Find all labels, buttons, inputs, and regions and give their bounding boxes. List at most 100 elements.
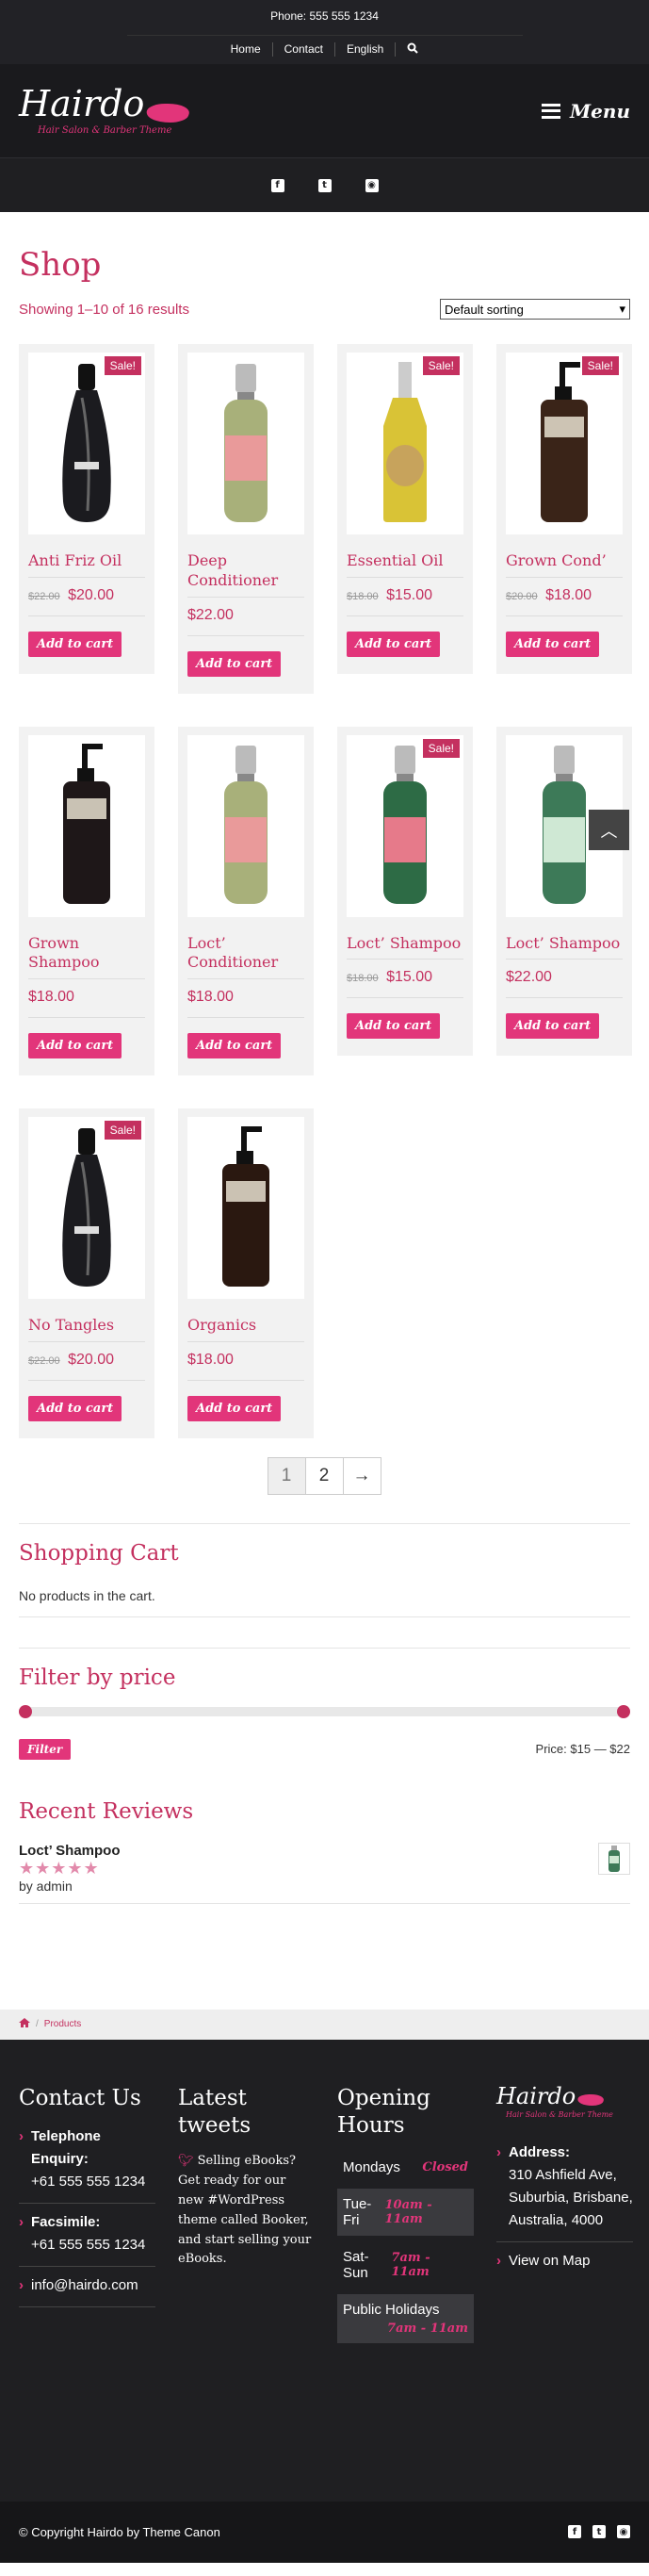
twitter-icon[interactable]: t <box>592 2525 606 2539</box>
social-bar: f t ◉ <box>0 158 649 212</box>
site-footer: Contact Us › Telephone Enquiry: +61 555 5… <box>0 2039 649 2502</box>
scroll-to-top-button[interactable]: ︿ <box>589 810 629 850</box>
tweet-item: 🐦︎ Selling eBooks? Get ready for our new… <box>178 2152 315 2270</box>
hours-row: Public Holidays 7am - 11am <box>337 2294 474 2344</box>
product-name[interactable]: Deep Conditioner <box>187 551 304 598</box>
twitter-icon[interactable]: t <box>317 178 332 192</box>
footer-tweets-title: Latest tweets <box>178 2085 251 2138</box>
sort-select[interactable]: Default sorting ▾ <box>440 299 630 320</box>
add-to-cart-button[interactable]: Add to cart <box>347 631 441 657</box>
product-price: $22.00 <box>187 607 304 636</box>
chevron-right-icon: › <box>496 2252 501 2269</box>
fax-label: Facsimile: <box>31 2213 101 2230</box>
view-on-map-link[interactable]: View on Map <box>509 2250 590 2272</box>
add-to-cart-button[interactable]: Add to cart <box>28 1033 122 1059</box>
product-name[interactable]: Grown Cond’ <box>506 551 623 578</box>
copyright-bar: © Copyright Hairdo by Theme Canon f t ◉ <box>0 2501 649 2563</box>
facebook-icon[interactable]: f <box>270 178 284 192</box>
add-to-cart-button[interactable]: Add to cart <box>347 1013 441 1040</box>
home-icon[interactable] <box>19 2018 30 2030</box>
add-to-cart-button[interactable]: Add to cart <box>187 1033 282 1059</box>
hours-day: Mondays <box>343 2159 400 2176</box>
add-to-cart-button[interactable]: Add to cart <box>187 650 282 677</box>
review-item: Loct’ Shampoo ★★★★★ by admin <box>19 1842 630 1904</box>
product-name[interactable]: Organics <box>187 1316 304 1342</box>
product-name[interactable]: Anti Friz Oil <box>28 551 145 578</box>
product-name[interactable]: Grown Shampoo <box>28 934 145 980</box>
current-price: $22.00 <box>187 606 234 623</box>
add-to-cart-button[interactable]: Add to cart <box>28 1395 122 1421</box>
product-card: Sale! Anti Friz Oil $22.00 $20.00 Add to… <box>19 344 154 674</box>
product-card: Loct’ Conditioner $18.00 Add to cart <box>178 726 314 1076</box>
nav-language[interactable]: English <box>335 42 397 57</box>
chevron-right-icon: › <box>19 2276 24 2293</box>
product-image[interactable]: Sale! <box>347 734 463 917</box>
product-price: $20.00 $18.00 <box>506 587 623 616</box>
product-name[interactable]: No Tangles <box>28 1316 145 1342</box>
hours-row: Mondays Closed <box>337 2152 474 2183</box>
product-bottle-image <box>372 360 438 528</box>
product-image[interactable]: Sale! <box>506 353 623 534</box>
add-to-cart-button[interactable]: Add to cart <box>28 631 122 657</box>
product-name[interactable]: Loct’ Shampoo <box>347 934 463 960</box>
chevron-right-icon: › <box>19 2213 24 2230</box>
menu-button[interactable]: Menu <box>542 100 630 123</box>
sale-badge: Sale! <box>104 1121 141 1140</box>
old-price: $22.00 <box>28 1354 60 1367</box>
price-filter-widget: Filter by price Filter Price: $15 — $22 <box>19 1647 630 1760</box>
next-page-arrow-icon[interactable]: → <box>342 1456 381 1495</box>
product-image[interactable] <box>187 734 304 917</box>
product-card: Organics $18.00 Add to cart <box>178 1108 314 1438</box>
hamburger-icon <box>542 103 561 119</box>
nav-contact[interactable]: Contact <box>273 42 335 57</box>
facebook-icon[interactable]: f <box>568 2525 581 2539</box>
filter-button[interactable]: Filter <box>19 1738 72 1760</box>
breadcrumb-products[interactable]: Products <box>44 2019 81 2029</box>
page-2-link[interactable]: 2 <box>304 1456 344 1495</box>
add-to-cart-button[interactable]: Add to cart <box>506 631 600 657</box>
product-price: $22.00 $20.00 <box>28 587 145 616</box>
current-price: $18.00 <box>545 586 592 603</box>
search-icon[interactable] <box>396 42 430 57</box>
price-max-handle[interactable] <box>617 1704 630 1718</box>
logo-hair-icon <box>142 103 193 123</box>
price-min-handle[interactable] <box>19 1704 32 1718</box>
nav-home[interactable]: Home <box>219 42 273 57</box>
product-image[interactable]: Sale! <box>28 1117 145 1300</box>
twitter-bird-icon: 🐦︎ <box>178 2154 194 2169</box>
add-to-cart-button[interactable]: Add to cart <box>187 1395 282 1421</box>
review-product-link[interactable]: Loct’ Shampoo <box>19 1843 121 1859</box>
tweet-text[interactable]: Selling eBooks? Get ready for our new #W… <box>178 2154 311 2266</box>
product-bottle-image <box>54 1124 120 1292</box>
site-logo[interactable]: Hairdo Hair Salon & Barber Theme <box>19 86 193 135</box>
review-product-thumbnail[interactable] <box>598 1842 630 1875</box>
product-name[interactable]: Loct’ Conditioner <box>187 934 304 980</box>
product-image[interactable] <box>28 734 145 917</box>
footer-logo[interactable]: Hairdo Hair Salon & Barber Theme <box>496 2085 633 2119</box>
rss-icon[interactable]: ◉ <box>617 2525 630 2539</box>
product-name[interactable]: Essential Oil <box>347 551 463 578</box>
page-current: 1 <box>267 1456 306 1495</box>
fax-item: › Facsimile: +61 555 555 1234 <box>19 2211 155 2267</box>
product-price: $18.00 $15.00 <box>347 969 463 999</box>
product-image[interactable]: Sale! <box>347 353 463 534</box>
shop-toolbar: Showing 1–10 of 16 results Default sorti… <box>19 299 630 320</box>
footer-hours-title: Opening Hours <box>337 2085 430 2138</box>
product-image[interactable] <box>187 353 304 534</box>
footer-social: f t ◉ <box>568 2525 630 2539</box>
page-title: Shop <box>19 246 102 284</box>
product-image[interactable] <box>187 1117 304 1300</box>
add-to-cart-button[interactable]: Add to cart <box>506 1013 600 1040</box>
email-item: › info@hairdo.com <box>19 2274 155 2307</box>
price-slider[interactable] <box>19 1704 630 1718</box>
product-card: Sale! Grown Cond’ $20.00 $18.00 Add to c… <box>496 344 632 674</box>
rss-icon[interactable]: ◉ <box>365 178 379 192</box>
product-name[interactable]: Loct’ Shampoo <box>506 934 623 960</box>
chevron-up-icon: ︿ <box>600 821 618 841</box>
product-card: Deep Conditioner $22.00 Add to cart <box>178 344 314 694</box>
product-image[interactable]: Sale! <box>28 353 145 534</box>
sort-selected: Default sorting <box>445 302 524 317</box>
hours-row: Tue-Fri 10am - 11am <box>337 2189 474 2237</box>
result-count: Showing 1–10 of 16 results <box>19 301 189 318</box>
email-link[interactable]: info@hairdo.com <box>31 2274 138 2297</box>
